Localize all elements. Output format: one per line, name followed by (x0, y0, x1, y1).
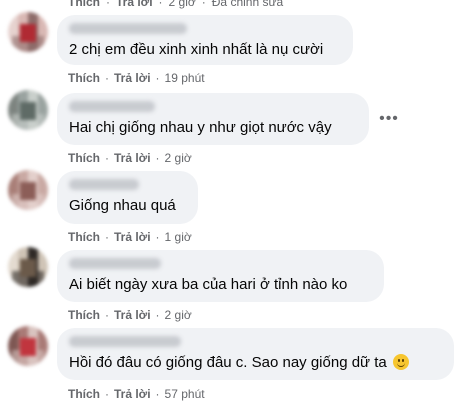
separator-dot: · (155, 71, 160, 85)
more-options-icon[interactable]: ••• (377, 107, 401, 131)
comment-actions: Thích · Trả lời · 19 phút (68, 70, 205, 86)
avatar[interactable] (8, 326, 48, 366)
separator-dot: · (155, 387, 160, 401)
timestamp[interactable]: 1 giờ (165, 230, 192, 244)
comment-text: 2 chị em đều xinh xinh nhất là nụ cười (69, 41, 324, 58)
comment-bubble: Hai chị giống nhau y như giọt nước vậy (57, 93, 369, 145)
author-name-redacted[interactable] (69, 258, 161, 269)
reply-link[interactable]: Trả lời (114, 308, 151, 322)
like-link[interactable]: Thích (68, 308, 100, 322)
comment-text: Hồi đó đâu có giống đâu c. Sao nay giống… (69, 353, 442, 373)
comment-bubble: Hồi đó đâu có giống đâu c. Sao nay giống… (57, 328, 454, 380)
author-name-redacted[interactable] (69, 101, 155, 112)
timestamp[interactable]: 2 giờ (169, 0, 196, 9)
separator-dot: · (105, 71, 109, 85)
comment-actions: Thích · Trả lời · 57 phút (68, 386, 205, 402)
edited-label[interactable]: Đã chỉnh sửa (212, 0, 283, 9)
reply-link[interactable]: Trả lời (114, 387, 151, 401)
timestamp[interactable]: 2 giờ (165, 151, 192, 165)
author-name-redacted[interactable] (69, 23, 187, 34)
smiley-emoji-icon (392, 354, 409, 370)
previous-comment-actions: Thích · Trả lời · 2 giờ · Đã chỉnh sửa (68, 0, 283, 10)
separator-dot: · (106, 0, 110, 9)
comment-actions: Thích · Trả lời · 2 giờ (68, 150, 192, 166)
timestamp[interactable]: 2 giờ (165, 308, 192, 322)
comment-text: Ai biết ngày xưa ba của hari ở tỉnh nào … (69, 276, 348, 293)
author-name-redacted[interactable] (69, 179, 139, 190)
author-name-redacted[interactable] (69, 336, 181, 347)
reply-link[interactable]: Trả lời (116, 0, 153, 9)
separator-dot: · (155, 151, 160, 165)
separator-dot: · (105, 230, 109, 244)
separator-dot: · (105, 308, 109, 322)
separator-dot: · (105, 151, 109, 165)
comment-actions: Thích · Trả lời · 1 giờ (68, 229, 192, 245)
comment-text-content: Hồi đó đâu có giống đâu c. Sao nay giống… (69, 354, 387, 371)
comment-bubble: Ai biết ngày xưa ba của hari ở tỉnh nào … (57, 250, 384, 302)
like-link[interactable]: Thích (68, 387, 100, 401)
reply-link[interactable]: Trả lời (114, 151, 151, 165)
comment-bubble: Giống nhau quá (57, 171, 198, 224)
like-link[interactable]: Thích (68, 230, 100, 244)
avatar[interactable] (8, 247, 48, 287)
timestamp[interactable]: 19 phút (165, 71, 205, 85)
avatar[interactable] (8, 170, 48, 210)
separator-dot: · (155, 230, 160, 244)
reply-link[interactable]: Trả lời (114, 230, 151, 244)
like-link[interactable]: Thích (68, 151, 100, 165)
separator-dot: · (155, 308, 160, 322)
separator-dot: · (201, 0, 206, 9)
comment-text: Giống nhau quá (69, 197, 176, 214)
separator-dot: · (158, 0, 163, 9)
comment-actions: Thích · Trả lời · 2 giờ (68, 307, 192, 323)
separator-dot: · (105, 387, 109, 401)
like-link[interactable]: Thích (68, 71, 100, 85)
avatar[interactable] (8, 90, 48, 130)
like-link[interactable]: Thích (68, 0, 100, 9)
reply-link[interactable]: Trả lời (114, 71, 151, 85)
timestamp[interactable]: 57 phút (165, 387, 205, 401)
comment-text: Hai chị giống nhau y như giọt nước vậy (69, 119, 332, 136)
avatar[interactable] (8, 12, 48, 52)
comment-bubble: 2 chị em đều xinh xinh nhất là nụ cười (57, 15, 353, 65)
